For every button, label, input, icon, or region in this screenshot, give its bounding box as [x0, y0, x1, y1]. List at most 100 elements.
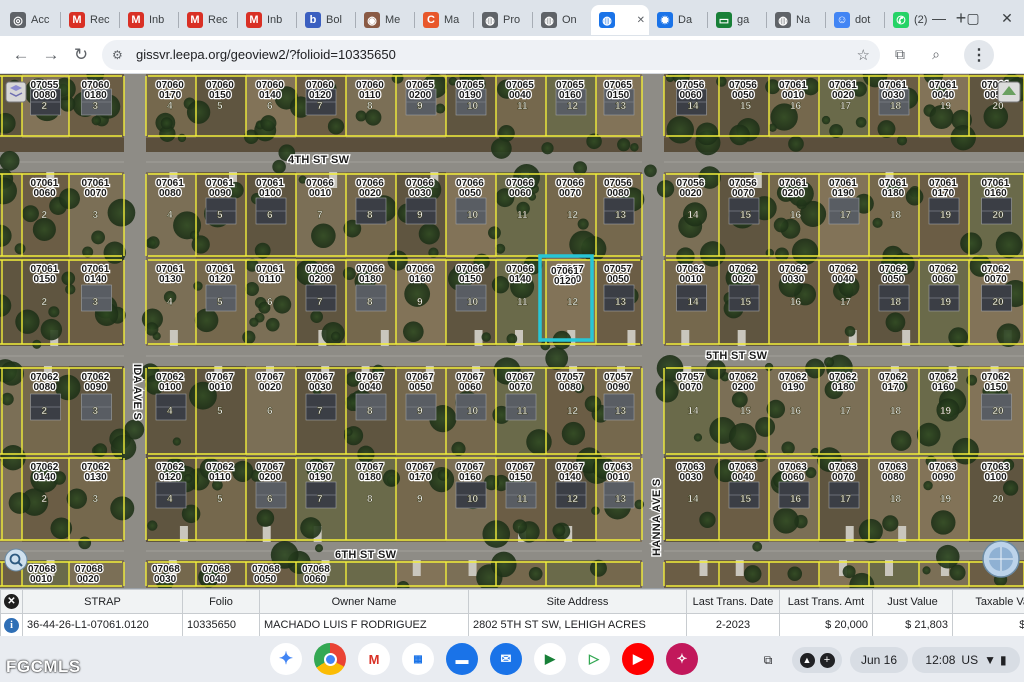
parcel-label[interactable]: 07067 0170: [405, 461, 436, 484]
extensions-icon[interactable]: ⧉: [884, 40, 916, 70]
browser-tab-12[interactable]: ▭ ga: [708, 5, 766, 35]
parcel-label[interactable]: 07060 0110: [355, 79, 386, 102]
gmail-app-icon[interactable]: M: [358, 643, 390, 675]
photos-editor-icon[interactable]: ✧: [666, 643, 698, 675]
parcel-label[interactable]: 07068 0060: [301, 563, 332, 586]
col-header-trans-amt[interactable]: Last Trans. Amt: [779, 589, 873, 614]
parcel-label[interactable]: 07060 0150: [205, 79, 236, 102]
parcel-label[interactable]: 07068 0040: [201, 563, 232, 586]
map-layers-icon[interactable]: [5, 81, 27, 103]
address-bar[interactable]: ⚙ gissvr.leepa.org/geoview2/?folioid=103…: [102, 39, 880, 70]
selected-parcel-label[interactable]: 07061 0120: [550, 265, 581, 288]
parcel-label[interactable]: 07065 0190: [455, 79, 486, 102]
close-results-cell[interactable]: ✕: [0, 589, 23, 614]
date-chip[interactable]: Jun 16: [850, 647, 908, 673]
parcel-label[interactable]: 07062 0180: [828, 371, 859, 394]
parcel-label[interactable]: 07067 0150: [505, 461, 536, 484]
parcel-label[interactable]: 07061 0130: [155, 263, 186, 286]
browser-tab-3[interactable]: M Rec: [179, 5, 237, 35]
parcel-label[interactable]: 07062 0050: [878, 263, 909, 286]
parcel-label[interactable]: 07062 0090: [80, 371, 111, 394]
parcel-label[interactable]: 07062 0140: [29, 461, 60, 484]
parcel-label[interactable]: 07066 0140: [505, 263, 536, 286]
browser-tab-5[interactable]: b Bol: [297, 5, 355, 35]
parcel-label[interactable]: 07067 0200: [255, 461, 286, 484]
parcel-label[interactable]: 07062 0150: [980, 371, 1011, 394]
parcel-label[interactable]: 07063 0010: [603, 461, 634, 484]
parcel-label[interactable]: 07068 0010: [27, 563, 58, 586]
parcel-map-canvas[interactable]: 2 3 4 5 6 7 8 9 10 11 12 13 14 15 16 17 18 19 20 2 3 4 5 6 7 8 9 10…: [0, 74, 1024, 588]
parcel-label[interactable]: 07062 0080: [29, 371, 60, 394]
url-text[interactable]: gissvr.leepa.org/geoview2/?folioid=10335…: [136, 47, 857, 62]
parcel-label[interactable]: 07056 0060: [675, 79, 706, 102]
parcel-label[interactable]: 07068 0030: [151, 563, 182, 586]
parcel-label[interactable]: 07067 0020: [255, 371, 286, 394]
browser-tab-8[interactable]: ◍ Pro: [474, 5, 532, 35]
parcel-label[interactable]: 07061 0110: [255, 263, 286, 286]
browser-tab-6[interactable]: ◉ Me: [356, 5, 414, 35]
parcel-label[interactable]: 07062 0160: [928, 371, 959, 394]
parcel-label[interactable]: 07062 0130: [80, 461, 111, 484]
browser-tab-1[interactable]: M Rec: [61, 5, 119, 35]
parcel-label[interactable]: 07062 0030: [778, 263, 809, 286]
status-tray[interactable]: 12:08 US ▼ ▮: [912, 647, 1020, 673]
parcel-label[interactable]: 07067 0010: [205, 371, 236, 394]
assistant-icon[interactable]: ✦: [270, 643, 302, 675]
parcel-label[interactable]: 07066 0050: [455, 177, 486, 200]
browser-tab-14[interactable]: ☺ dot: [826, 5, 884, 35]
parcel-label[interactable]: 07063 0060: [778, 461, 809, 484]
youtube-icon[interactable]: ▶: [622, 643, 654, 675]
parcel-label[interactable]: 07068 0050: [251, 563, 282, 586]
parcel-map[interactable]: 2 3 4 5 6 7 8 9 10 11 12 13 14 15 16 17 18 19 20 2 3 4 5 6 7 8 9 10…: [0, 74, 1024, 588]
parcel-label[interactable]: 07067 0060: [455, 371, 486, 394]
media-controls[interactable]: ▲ +: [792, 647, 842, 673]
col-header-address[interactable]: Site Address: [468, 589, 687, 614]
parcel-label[interactable]: 07057 0070: [675, 371, 706, 394]
maximize-icon[interactable]: ▢: [956, 1, 990, 35]
parcel-label[interactable]: 07067 0160: [455, 461, 486, 484]
parcel-label[interactable]: 07065 0160: [555, 79, 586, 102]
parcel-label[interactable]: 07061 0040: [928, 79, 959, 102]
browser-tab-2[interactable]: M Inb: [120, 5, 178, 35]
info-icon[interactable]: i: [4, 617, 19, 633]
back-icon[interactable]: ←: [6, 40, 36, 70]
parcel-label[interactable]: 07065 0150: [603, 79, 634, 102]
close-tab-icon[interactable]: ✕: [637, 15, 645, 26]
parcel-label[interactable]: 07061 0090: [205, 177, 236, 200]
up-icon[interactable]: ▲: [799, 652, 815, 668]
browser-tab-9[interactable]: ◍ On: [533, 5, 591, 35]
parcel-label[interactable]: 07061 0150: [29, 263, 60, 286]
parcel-label[interactable]: 07061 0140: [80, 263, 111, 286]
meet-icon[interactable]: ▶: [534, 643, 566, 675]
parcel-label[interactable]: 07067 0050: [405, 371, 436, 394]
parcel-label[interactable]: 07061 0190: [828, 177, 859, 200]
close-results-icon[interactable]: ✕: [4, 594, 19, 609]
parcel-label[interactable]: 07067 0190: [305, 461, 336, 484]
browser-tab-13[interactable]: ◍ Na: [767, 5, 825, 35]
parcel-label[interactable]: 07066 0180: [355, 263, 386, 286]
parcel-label[interactable]: 07062 0020: [728, 263, 759, 286]
parcel-label[interactable]: 07060 0120: [305, 79, 336, 102]
parcel-label[interactable]: 07061 0010: [778, 79, 809, 102]
parcel-label[interactable]: 07062 0190: [778, 371, 809, 394]
overview-globe-icon[interactable]: [982, 540, 1020, 578]
parcel-label[interactable]: 07066 0020: [355, 177, 386, 200]
col-header-folio[interactable]: Folio: [182, 589, 260, 614]
parcel-label[interactable]: 07066 0070: [555, 177, 586, 200]
parcel-label[interactable]: 07061 0120: [205, 263, 236, 286]
parcel-label[interactable]: 07057 0050: [603, 263, 634, 286]
browser-tab-10[interactable]: ◍ ✕: [591, 5, 649, 35]
info-cell[interactable]: i: [0, 613, 23, 637]
parcel-label[interactable]: 07063 0030: [675, 461, 706, 484]
parcel-label[interactable]: 07061 0180: [878, 177, 909, 200]
parcel-label[interactable]: 07062 0040: [828, 263, 859, 286]
parcel-label[interactable]: 07066 0150: [455, 263, 486, 286]
minimize-icon[interactable]: —: [922, 1, 956, 35]
parcel-label[interactable]: 07067 0140: [555, 461, 586, 484]
parcel-label[interactable]: 07056 0080: [603, 177, 634, 200]
col-header-just-value[interactable]: Just Value: [872, 589, 953, 614]
parcel-label[interactable]: 07066 0030: [405, 177, 436, 200]
parcel-label[interactable]: 07067 0180: [355, 461, 386, 484]
parcel-label[interactable]: 07057 0080: [555, 371, 586, 394]
parcel-label[interactable]: 07056 0020: [675, 177, 706, 200]
